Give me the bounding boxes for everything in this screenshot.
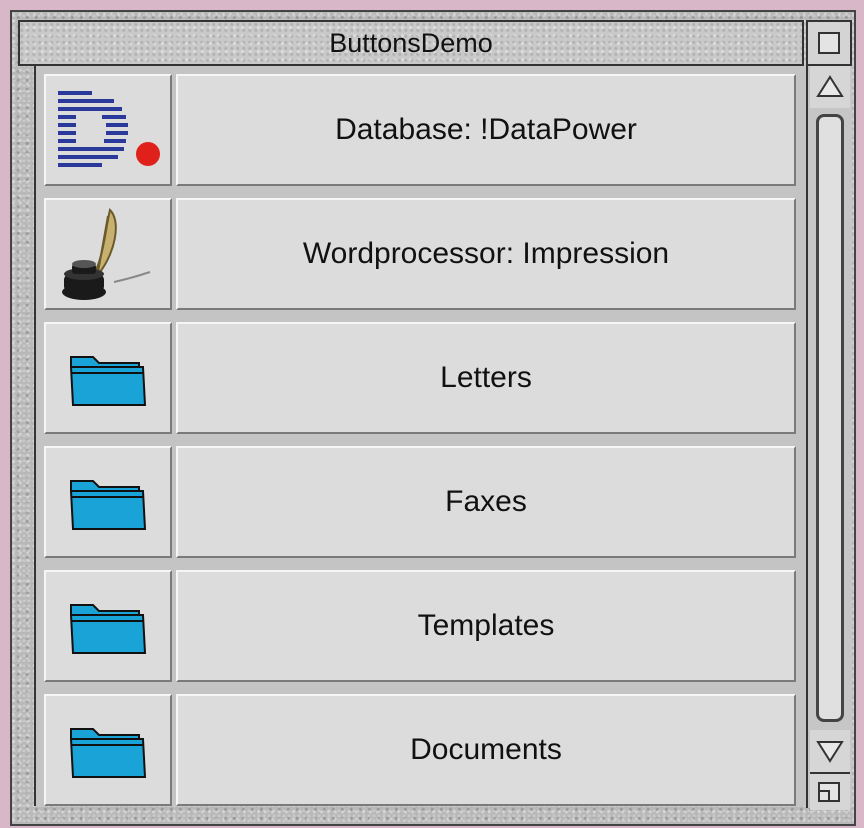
letters-button[interactable]: Letters [176,322,796,434]
list-item[interactable]: Wordprocessor: Impression [44,198,802,310]
datapower-button[interactable]: Database: !DataPower [176,74,796,186]
datapower-icon-button[interactable] [44,74,172,186]
templates-button[interactable]: Templates [176,570,796,682]
list-item[interactable]: Documents [44,694,802,806]
impression-icon-button[interactable] [44,198,172,310]
button-list: Database: !DataPower Wordprocessor: Impr… [34,66,808,806]
impression-button[interactable]: Wordprocessor: Impression [176,198,796,310]
documents-button[interactable]: Documents [176,694,796,806]
list-item[interactable]: Faxes [44,446,802,558]
templates-icon-button[interactable] [44,570,172,682]
resize-icon[interactable] [810,772,850,810]
folder-icon [69,728,147,778]
scroll-down-arrow-icon[interactable] [810,730,850,772]
letters-icon-button[interactable] [44,322,172,434]
list-item[interactable]: Templates [44,570,802,682]
window-title: ButtonsDemo [329,27,493,58]
list-item[interactable]: Database: !DataPower [44,74,802,186]
scroll-thumb[interactable] [816,114,844,722]
folder-icon [69,604,147,654]
title-bar[interactable]: ButtonsDemo [18,20,804,66]
quill-inkpot-icon [62,208,151,300]
datapower-logo-icon [58,91,160,167]
list-item[interactable]: Letters [44,322,802,434]
scroll-up-arrow-icon[interactable] [810,66,850,108]
toggle-size-icon[interactable] [806,20,852,66]
folder-icon [69,480,147,530]
faxes-icon-button[interactable] [44,446,172,558]
vertical-scrollbar[interactable] [806,66,852,810]
documents-icon-button[interactable] [44,694,172,806]
faxes-button[interactable]: Faxes [176,446,796,558]
folder-icon [69,356,147,406]
